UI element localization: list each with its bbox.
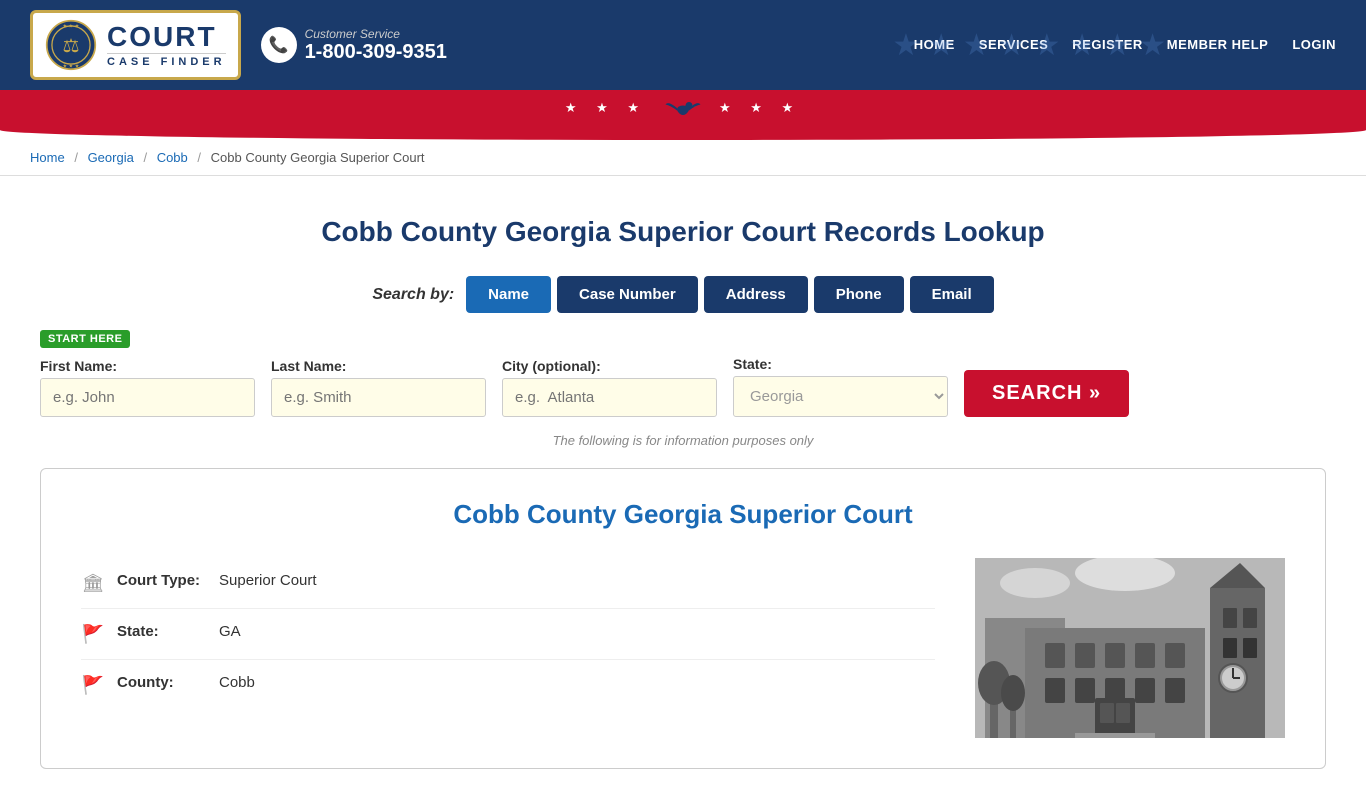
breadcrumb-home[interactable]: Home [30, 150, 65, 165]
site-header: ★ ★ ★ ★ ★ ★ ⚖ COURT CASE FINDER 📞 Custom… [0, 0, 1366, 90]
city-label: City (optional): [502, 358, 717, 374]
court-state-icon: 🚩 [81, 624, 105, 645]
breadcrumb-county[interactable]: Cobb [157, 150, 188, 165]
customer-service-label: Customer Service [305, 27, 447, 41]
eagle-stars-left: ★ ★ ★ [565, 100, 647, 116]
main-content: Cobb County Georgia Superior Court Recor… [0, 176, 1366, 809]
svg-text:★ ★ ★: ★ ★ ★ [63, 64, 80, 70]
info-note: The following is for information purpose… [40, 433, 1326, 448]
main-nav: HOME SERVICES REGISTER MEMBER HELP LOGIN [914, 37, 1336, 54]
last-name-field: Last Name: [271, 358, 486, 417]
court-type-icon: 🏛 [81, 573, 105, 594]
breadcrumb-state[interactable]: Georgia [88, 150, 134, 165]
customer-service-phone: 1-800-309-9351 [305, 41, 447, 64]
page-title: Cobb County Georgia Superior Court Recor… [40, 216, 1326, 248]
city-input[interactable] [502, 378, 717, 417]
last-name-input[interactable] [271, 378, 486, 417]
last-name-label: Last Name: [271, 358, 486, 374]
svg-text:⚖: ⚖ [62, 36, 79, 57]
logo-case-finder-text: CASE FINDER [107, 53, 226, 68]
tab-email[interactable]: Email [910, 276, 994, 313]
eagle-banner: ★ ★ ★ ★ ★ ★ [0, 90, 1366, 130]
court-details: 🏛 Court Type: Superior Court 🚩 State: GA… [81, 558, 935, 738]
eagle-stars-right: ★ ★ ★ [719, 100, 801, 116]
search-form-row: First Name: Last Name: City (optional): … [40, 356, 1326, 417]
court-detail-row-county: 🚩 County: Cobb [81, 660, 935, 710]
city-field: City (optional): [502, 358, 717, 417]
breadcrumb-sep-3: / [197, 150, 201, 165]
court-info-title: Cobb County Georgia Superior Court [81, 499, 1285, 530]
first-name-field: First Name: [40, 358, 255, 417]
start-here-badge: START HERE [40, 330, 130, 348]
nav-login[interactable]: LOGIN [1292, 37, 1336, 54]
nav-member-help[interactable]: MEMBER HELP [1167, 37, 1269, 54]
breadcrumb-sep-1: / [74, 150, 78, 165]
state-field: State: Georgia Alabama Alaska Arizona Ar… [733, 356, 948, 417]
breadcrumb-current: Cobb County Georgia Superior Court [211, 150, 425, 165]
eagle-icon [663, 94, 703, 122]
svg-text:★ ★ ★: ★ ★ ★ [63, 24, 80, 30]
logo-emblem-icon: ★ ★ ★ ★ ★ ★ ⚖ [45, 19, 97, 71]
first-name-input[interactable] [40, 378, 255, 417]
breadcrumb: Home / Georgia / Cobb / Cobb County Geor… [0, 140, 1366, 176]
wave-decoration [0, 130, 1366, 140]
nav-home[interactable]: HOME [914, 37, 955, 54]
customer-service: 📞 Customer Service 1-800-309-9351 [261, 27, 447, 64]
nav-register[interactable]: REGISTER [1072, 37, 1142, 54]
tab-name[interactable]: Name [466, 276, 551, 313]
court-state-label: State: [117, 623, 207, 640]
court-info-box: Cobb County Georgia Superior Court 🏛 Cou… [40, 468, 1326, 769]
court-detail-row-type: 🏛 Court Type: Superior Court [81, 558, 935, 609]
logo-court-text: COURT [107, 23, 226, 51]
court-state-value: GA [219, 623, 241, 640]
search-by-label: Search by: [372, 286, 454, 304]
court-county-label: County: [117, 674, 207, 691]
site-logo[interactable]: ★ ★ ★ ★ ★ ★ ⚖ COURT CASE FINDER [30, 10, 241, 80]
courthouse-svg [975, 558, 1285, 738]
tab-phone[interactable]: Phone [814, 276, 904, 313]
court-type-label: Court Type: [117, 572, 207, 589]
search-form-container: START HERE First Name: Last Name: City (… [40, 329, 1326, 417]
search-by-tabs-row: Search by: Name Case Number Address Phon… [40, 276, 1326, 313]
state-select[interactable]: Georgia Alabama Alaska Arizona Arkansas … [733, 376, 948, 417]
search-button[interactable]: SEARCH » [964, 370, 1129, 417]
nav-services[interactable]: SERVICES [979, 37, 1049, 54]
state-label: State: [733, 356, 948, 372]
tab-case-number[interactable]: Case Number [557, 276, 698, 313]
court-detail-row-state: 🚩 State: GA [81, 609, 935, 660]
first-name-label: First Name: [40, 358, 255, 374]
court-info-body: 🏛 Court Type: Superior Court 🚩 State: GA… [81, 558, 1285, 738]
court-county-icon: 🚩 [81, 675, 105, 696]
tab-address[interactable]: Address [704, 276, 808, 313]
court-type-value: Superior Court [219, 572, 317, 589]
courthouse-photo [975, 558, 1285, 738]
breadcrumb-sep-2: / [143, 150, 147, 165]
phone-icon: 📞 [261, 27, 297, 63]
court-county-value: Cobb [219, 674, 255, 691]
